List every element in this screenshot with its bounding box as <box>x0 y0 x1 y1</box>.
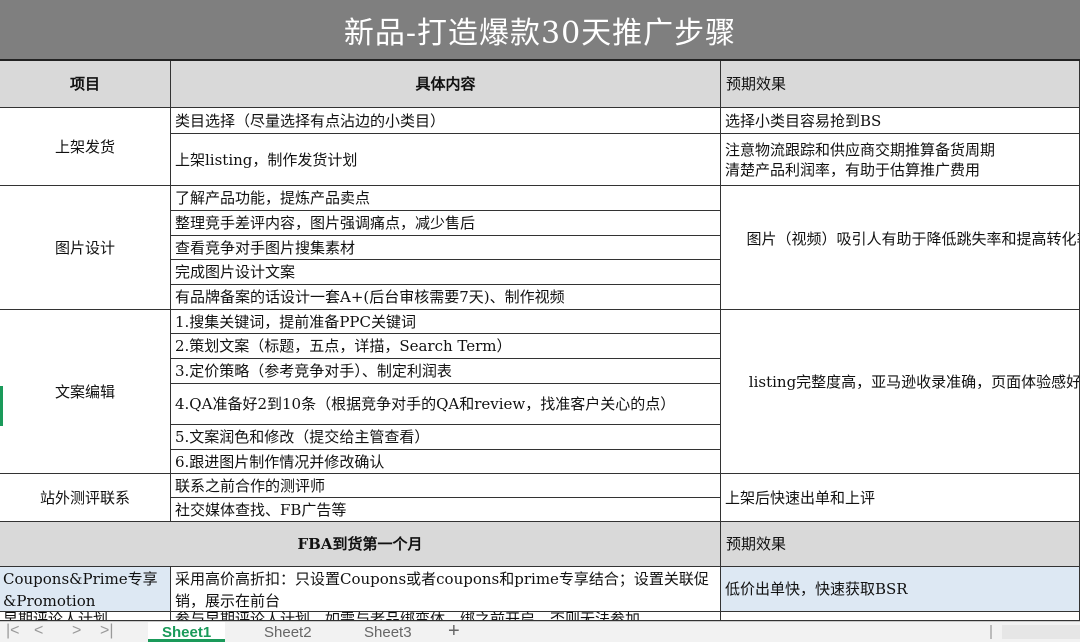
cell-content[interactable]: 社交媒体查找、FB广告等 <box>171 498 721 522</box>
header-project[interactable]: 项目 <box>0 61 171 108</box>
header-effect[interactable]: 预期效果 <box>721 61 1080 108</box>
row-label-zhanwai[interactable]: 站外测评联系 <box>0 474 171 522</box>
tab-sheet3[interactable]: Sheet3 <box>364 622 412 642</box>
cell-content[interactable]: 4.QA准备好2到10条（根据竞争对手的QA和review，找准客户关心的点） <box>171 384 721 425</box>
cell-content[interactable]: 1.搜集关键词，提前准备PPC关键词 <box>171 310 721 334</box>
row-label-tupian[interactable]: 图片设计 <box>0 186 171 310</box>
cell-effect[interactable]: 选择小类目容易抢到BS <box>721 108 1080 134</box>
row-label-wenan[interactable]: 文案编辑 <box>0 310 171 474</box>
cell-content[interactable]: 了解产品功能，提炼产品卖点 <box>171 186 721 211</box>
cell-effect[interactable]: 低价出单快，快速获取BSR <box>721 567 1080 612</box>
horizontal-scrollbar[interactable] <box>1002 625 1080 639</box>
cell-effect[interactable]: listing完整度高，亚马逊收录准确，页面体验感好 <box>721 310 1080 474</box>
section-effect-header[interactable]: 预期效果 <box>721 522 1080 567</box>
cell-effect-line: 清楚产品利润率，有助于估算推广费用 <box>725 161 981 179</box>
section-title[interactable]: FBA到货第一个月 <box>0 522 721 567</box>
cell-effect[interactable]: 图片（视频）吸引人有助于降低跳失率和提高转化率 <box>721 186 1080 310</box>
last-sheet-button[interactable]: >| <box>100 622 114 640</box>
add-sheet-button[interactable]: + <box>448 621 460 642</box>
sheet-title: 新品-打造爆款30天推广步骤 <box>0 0 1080 61</box>
cell-content[interactable]: 类目选择（尽量选择有点沾边的小类目） <box>171 108 721 134</box>
cell-content[interactable]: 有品牌备案的话设计一套A+(后台审核需要7天)、制作视频 <box>171 285 721 310</box>
tab-sheet2[interactable]: Sheet2 <box>264 622 312 642</box>
sheet-tab-bar: |< < > >| Sheet1 Sheet2 Sheet3 + <box>0 621 1080 642</box>
cell-content[interactable]: 完成图片设计文案 <box>171 260 721 285</box>
cell-effect[interactable] <box>721 612 1080 621</box>
cell-content[interactable]: 采用高价高折扣：只设置Coupons或者coupons和prime专享结合；设置… <box>171 567 721 612</box>
cell-effect-line: 注意物流跟踪和供应商交期推算备货周期 <box>725 141 996 159</box>
cell-content[interactable]: 3.定价策略（参考竞争对手）、制定利润表 <box>171 359 721 384</box>
cell-content[interactable]: 上架listing，制作发货计划 <box>171 134 721 186</box>
first-sheet-button[interactable]: |< <box>6 622 20 640</box>
tab-sheet1[interactable]: Sheet1 <box>148 622 226 642</box>
cell-content[interactable]: 6.跟进图片制作情况并修改确认 <box>171 450 721 474</box>
cell-content[interactable]: 整理竞手差评内容，图片强调痛点，减少售后 <box>171 211 721 236</box>
header-content[interactable]: 具体内容 <box>171 61 721 108</box>
row-label-partial[interactable]: 早期评论人计划 <box>0 612 171 621</box>
cell-content[interactable]: 联系之前合作的测评师 <box>171 474 721 498</box>
cell-content[interactable]: 2.策划文案（标题，五点，详描，Search Term） <box>171 334 721 359</box>
row-label-coupons[interactable]: Coupons&Prime专享&Promotion <box>0 567 171 612</box>
cell-content[interactable]: 参与早期评论人计划，如需与老品绑变体，绑之前开启，否则无法参加 <box>171 612 721 621</box>
row-selection-marker <box>0 386 3 426</box>
cell-effect[interactable]: 上架后快速出单和上评 <box>721 474 1080 522</box>
cell-effect[interactable]: 注意物流跟踪和供应商交期推算备货周期 清楚产品利润率，有助于估算推广费用 <box>721 134 1080 186</box>
next-sheet-button[interactable]: > <box>72 622 81 640</box>
prev-sheet-button[interactable]: < <box>34 622 43 640</box>
cell-content[interactable]: 5.文案润色和修改（提交给主管查看） <box>171 425 721 450</box>
cell-effect-text: 图片（视频）吸引人有助于降低跳失率和提高转化率 <box>746 230 1080 248</box>
scroll-divider <box>990 625 992 639</box>
cell-effect-text: listing完整度高，亚马逊收录准确，页面体验感好 <box>748 373 1080 391</box>
cell-content[interactable]: 查看竞争对手图片搜集素材 <box>171 236 721 260</box>
row-label-shangjia[interactable]: 上架发货 <box>0 108 171 186</box>
